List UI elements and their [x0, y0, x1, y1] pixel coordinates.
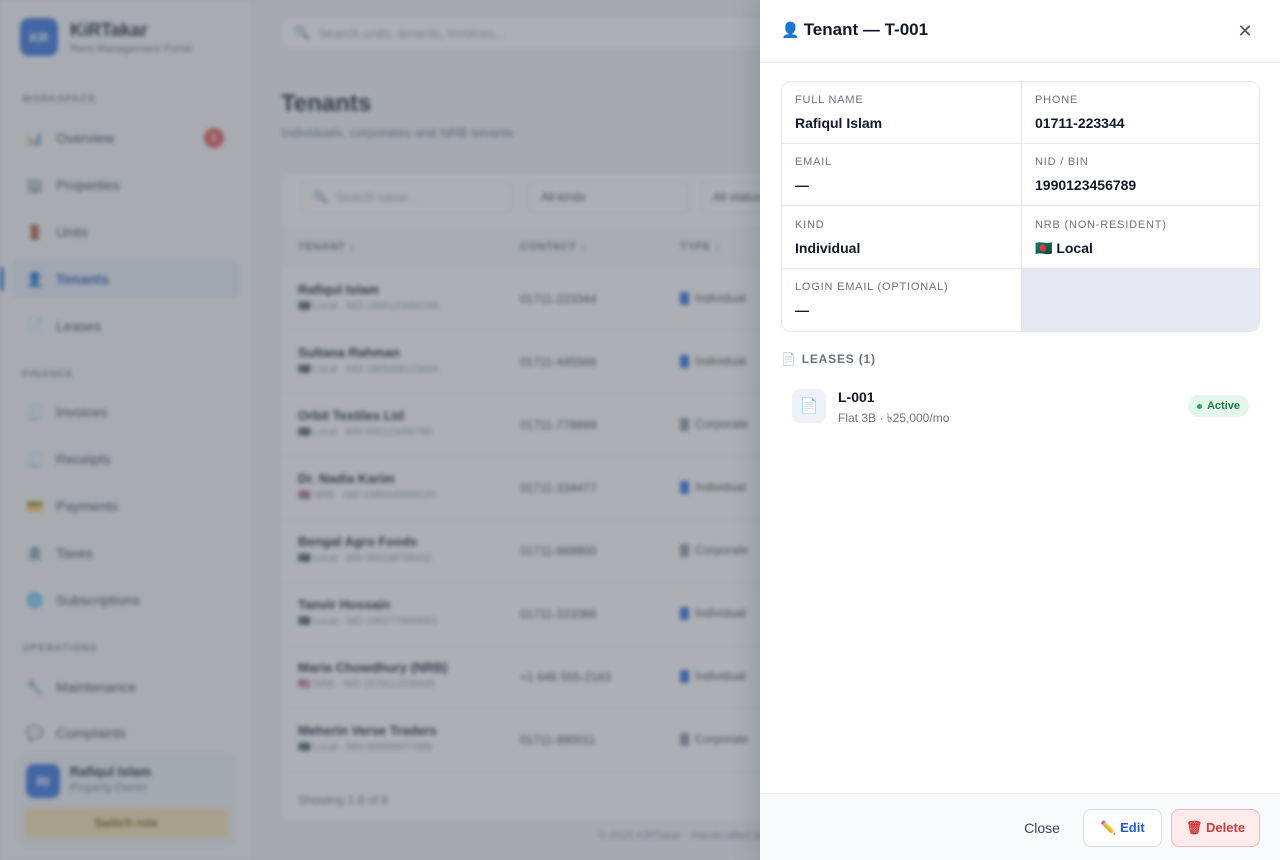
status-dot-icon: [1196, 403, 1202, 409]
field-nid-bin: NID / BIN 1990123456789: [1021, 144, 1259, 206]
field-label: FULL NAME: [795, 94, 864, 106]
field-value: Individual: [795, 240, 861, 256]
field-phone: PHONE 01711-223344: [1021, 82, 1259, 144]
field-value: Rafiqul Islam: [795, 115, 883, 131]
field-label: EMAIL: [795, 156, 833, 168]
drawer-title-text: Tenant — T-001: [803, 20, 929, 39]
drawer-header: 👤 Tenant — T-001 ✕: [760, 0, 1280, 63]
person-icon: 👤: [781, 22, 800, 39]
lease-id: L-001: [838, 389, 875, 405]
tenant-info-grid: FULL NAME Rafiqul Islam PHONE 01711-2233…: [781, 81, 1260, 332]
field-email: EMAIL —: [782, 144, 1021, 206]
drawer-footer: Close ✏️ Edit 🗑 Delete: [760, 793, 1280, 860]
field-value: —: [795, 302, 809, 318]
edit-button[interactable]: ✏️ Edit: [1083, 809, 1162, 847]
leases-heading-text: LEASES (1): [801, 352, 876, 366]
document-icon: 📄: [781, 352, 797, 366]
drawer-title: 👤 Tenant — T-001: [781, 20, 928, 40]
field-value: 🇧🇩 Local: [1035, 240, 1093, 256]
close-button[interactable]: Close: [1012, 809, 1072, 847]
close-icon[interactable]: ✕: [1234, 20, 1256, 42]
field-label: PHONE: [1035, 94, 1079, 106]
field-label: KIND: [795, 219, 825, 231]
field-value: 01711-223344: [1035, 115, 1125, 131]
tenant-detail-drawer: 👤 Tenant — T-001 ✕ FULL NAME Rafiqul Isl…: [760, 0, 1280, 860]
lease-description: Flat 3B · ৳25,000/mo: [838, 411, 950, 425]
field-kind: KIND Individual: [782, 207, 1021, 269]
field-label: NID / BIN: [1035, 156, 1089, 168]
field-label: NRB (NON-RESIDENT): [1035, 219, 1167, 231]
status-text: Active: [1206, 400, 1240, 412]
field-full-name: FULL NAME Rafiqul Islam: [782, 82, 1021, 144]
field-label: LOGIN EMAIL (OPTIONAL): [795, 281, 949, 293]
field-value: —: [795, 177, 809, 193]
leases-heading: 📄 LEASES (1): [781, 352, 876, 366]
field-login-email: LOGIN EMAIL (OPTIONAL) —: [782, 269, 1021, 331]
lease-item[interactable]: 📄 L-001 Flat 3B · ৳25,000/mo Active: [781, 380, 1260, 432]
status-badge: Active: [1187, 395, 1249, 417]
document-icon: 📄: [792, 389, 826, 423]
delete-button[interactable]: 🗑 Delete: [1171, 809, 1260, 847]
field-nrb: NRB (NON-RESIDENT) 🇧🇩 Local: [1021, 207, 1259, 269]
empty-cell: [1021, 269, 1259, 331]
field-value: 1990123456789: [1035, 177, 1137, 193]
